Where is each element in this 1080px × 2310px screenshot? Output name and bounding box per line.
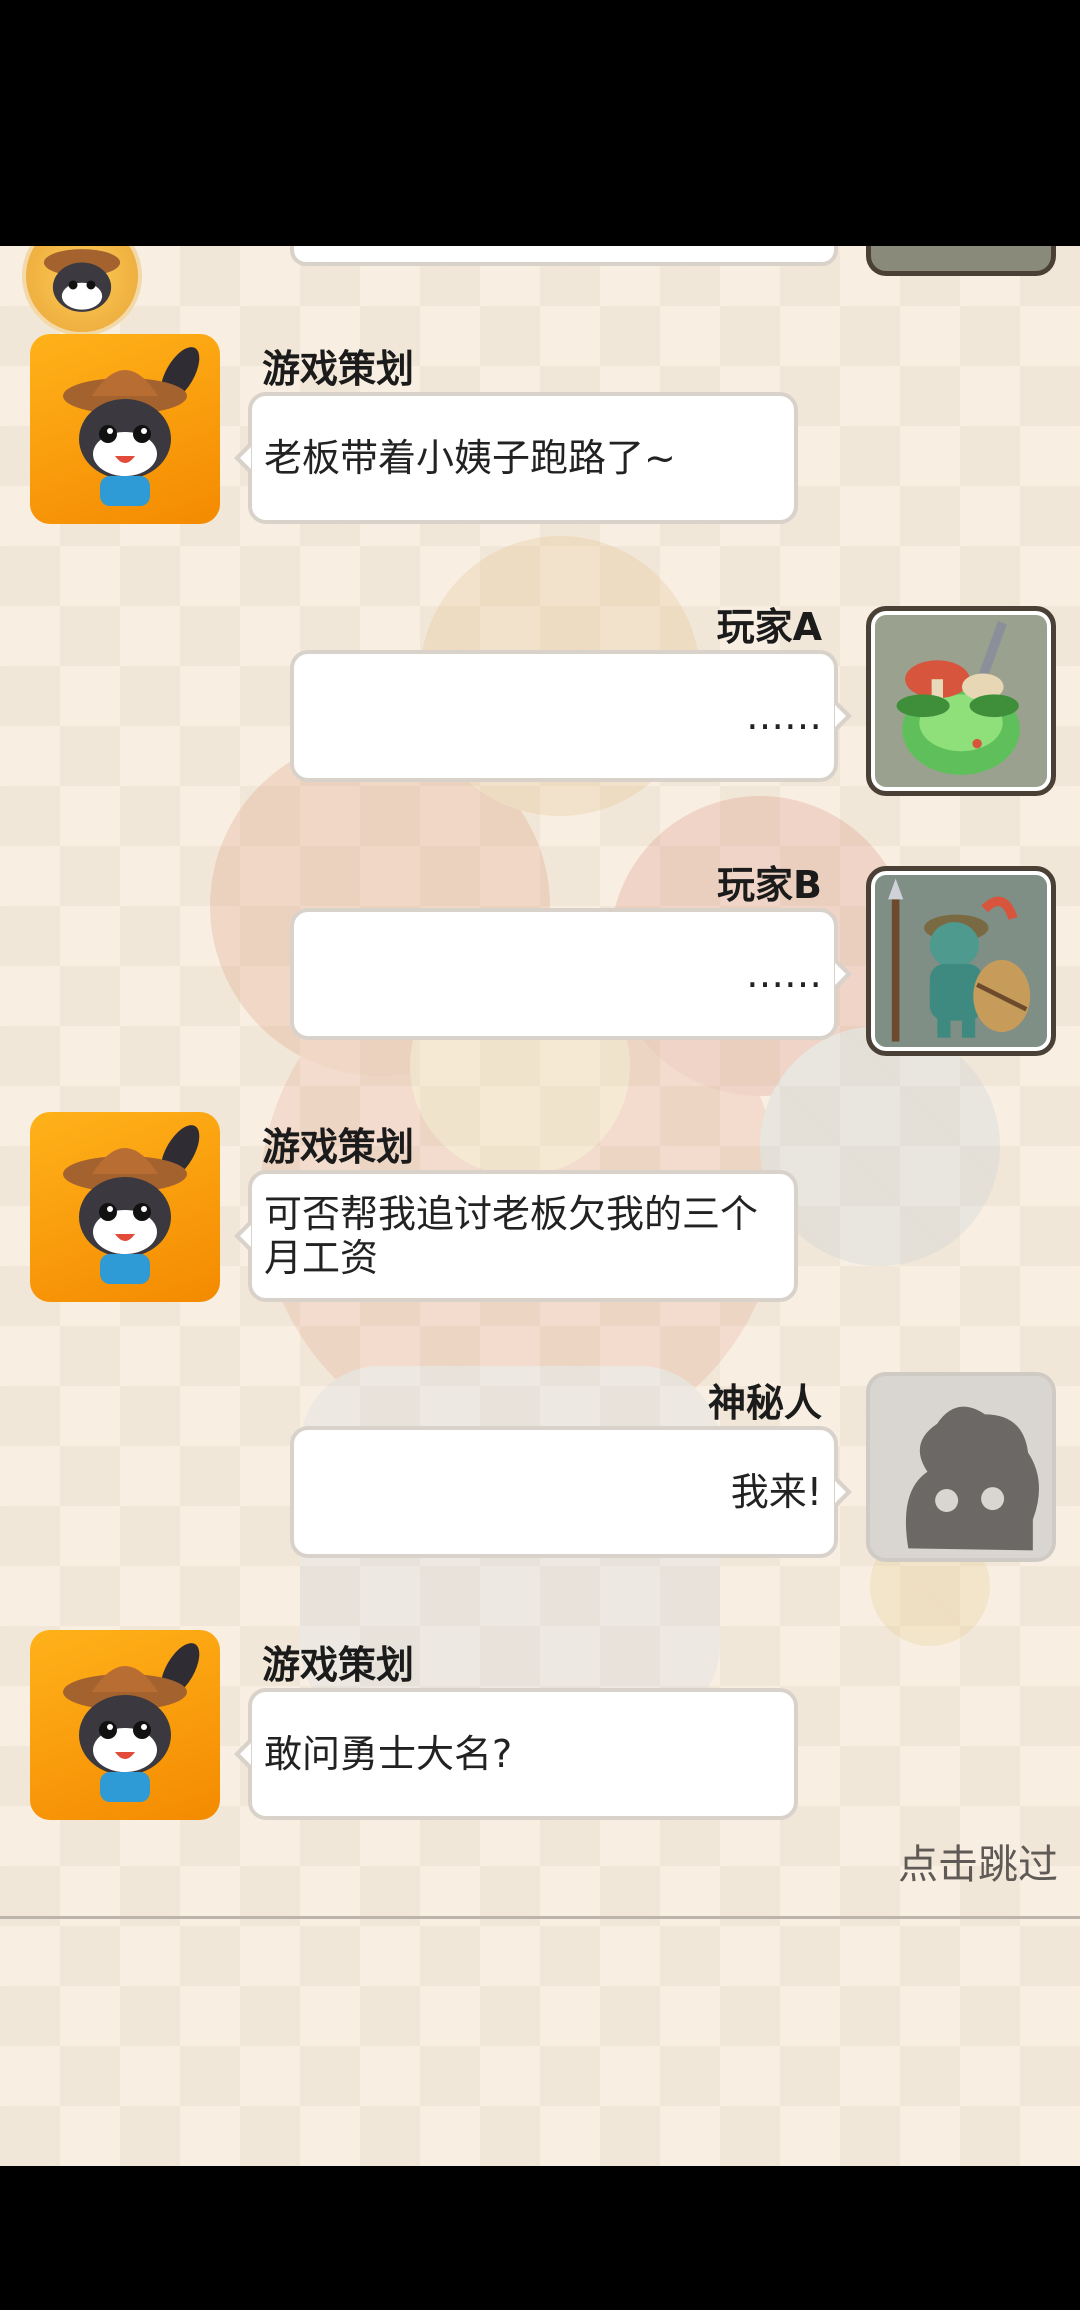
mystery-avatar [866, 1372, 1056, 1562]
player-a-avatar [866, 606, 1056, 796]
status-bar-area [0, 0, 1080, 246]
mushroom-slime-icon [896, 621, 1020, 775]
message-bubble: 敢问勇士大名? [234, 1688, 798, 1820]
message-text: …… [746, 694, 822, 738]
planner-avatar [30, 334, 220, 524]
speaker-name: 神秘人 [707, 1381, 822, 1425]
speaker-name: 玩家B [717, 863, 822, 907]
silhouette-icon [905, 1406, 1039, 1551]
bunny-cowboy-icon [63, 347, 200, 506]
speaker-name: 游戏策划 [262, 347, 415, 391]
divider [0, 1916, 1080, 1919]
message-bubble: 老板带着小姨子跑路了~ [234, 392, 798, 524]
planner-avatar [30, 1630, 220, 1820]
message-text: 可否帮我追讨老板欠我的三个月工资 [264, 1192, 759, 1280]
cut-off-bubble [290, 246, 838, 266]
planner-mini-avatar [22, 246, 142, 336]
speaker-name: 游戏策划 [262, 1643, 415, 1687]
speaker-name: 游戏策划 [262, 1125, 415, 1169]
message-text: 我来! [730, 1470, 822, 1514]
speaker-name: 玩家A [716, 605, 822, 649]
bunny-cowboy-icon [63, 1643, 200, 1802]
message-text: 老板带着小姨子跑路了~ [264, 436, 676, 480]
skip-button[interactable]: 点击跳过 [898, 1832, 1058, 1890]
chat-stage[interactable]: 游戏策划 老板带着小姨子跑路了~ 玩家A …… 玩家B …… 游戏策划 可否帮我… [0, 246, 1080, 2166]
player-b-avatar [866, 866, 1056, 1056]
bunny-cowboy-icon [63, 1125, 200, 1284]
message-bubble: 我来! [290, 1426, 852, 1558]
cut-off-avatar-frame [866, 246, 1056, 276]
planner-avatar [30, 1112, 220, 1302]
message-bubble: …… [290, 908, 852, 1040]
navigation-bar-area [0, 2166, 1080, 2310]
message-bubble: …… [290, 650, 852, 782]
message-text: 敢问勇士大名? [264, 1732, 513, 1776]
message-bubble: 可否帮我追讨老板欠我的三个月工资 [234, 1170, 798, 1302]
goblin-warrior-icon [888, 878, 1031, 1042]
message-text: …… [746, 952, 822, 996]
